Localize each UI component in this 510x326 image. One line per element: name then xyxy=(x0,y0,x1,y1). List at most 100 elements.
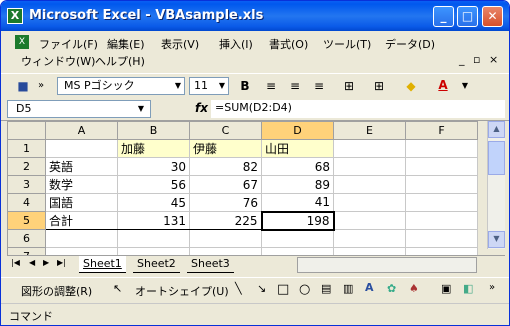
menu-data[interactable]: データ(D) xyxy=(385,36,435,52)
vertical-textbox-icon[interactable]: ▥ xyxy=(343,282,353,295)
menu-view[interactable]: 表示(V) xyxy=(161,36,199,52)
doc-close-icon[interactable]: × xyxy=(489,53,498,66)
column-header-b[interactable]: B xyxy=(117,121,190,140)
row-header[interactable]: 6 xyxy=(7,229,46,248)
cell-b4[interactable]: 45 xyxy=(117,193,190,212)
3d-icon[interactable]: ◧ xyxy=(463,282,473,295)
cell-b5[interactable]: 131 xyxy=(117,211,190,230)
menu-file[interactable]: ファイル(F) xyxy=(39,36,98,52)
name-box[interactable]: D5 ▼ xyxy=(7,100,151,118)
row-header[interactable]: 2 xyxy=(7,157,46,176)
merge-center-icon[interactable]: ⊞ xyxy=(341,78,357,94)
title-bar[interactable]: X Microsoft Excel - VBAsample.xls _ □ ✕ xyxy=(1,1,509,31)
cell-b1[interactable]: 加藤 xyxy=(117,139,190,158)
align-right-icon[interactable]: ≡ xyxy=(311,78,327,94)
scroll-thumb[interactable] xyxy=(488,141,505,175)
fill-color-icon[interactable]: ◆ xyxy=(403,78,419,94)
cell-e5[interactable] xyxy=(333,211,406,230)
borders-icon[interactable]: ⊞ xyxy=(371,78,387,94)
doc-restore-icon[interactable]: ▫ xyxy=(473,53,480,66)
close-button[interactable]: ✕ xyxy=(482,6,503,27)
font-size-select[interactable]: 11 ▼ xyxy=(189,77,229,95)
tab-sheet1[interactable]: Sheet1 xyxy=(79,256,126,273)
cell-b6[interactable] xyxy=(117,229,190,248)
arrow-icon[interactable]: ↘ xyxy=(257,282,266,295)
align-left-icon[interactable]: ≡ xyxy=(263,78,279,94)
workbook-icon[interactable]: X xyxy=(15,35,29,49)
row-header[interactable]: 3 xyxy=(7,175,46,194)
cell-e3[interactable] xyxy=(333,175,406,194)
cell-f1[interactable] xyxy=(405,139,478,158)
function-icon[interactable]: fx xyxy=(195,101,208,115)
cell-c2[interactable]: 82 xyxy=(189,157,262,176)
toolbar-options-icon[interactable]: » xyxy=(33,78,49,94)
oval-icon[interactable]: ○ xyxy=(299,282,310,297)
cell-d5[interactable]: 198 xyxy=(260,210,335,231)
chevron-down-icon[interactable]: ▼ xyxy=(457,78,473,94)
select-all-corner[interactable] xyxy=(7,121,46,140)
menu-tools[interactable]: ツール(T) xyxy=(323,36,371,52)
shape-adjust-menu[interactable]: 図形の調整(R) xyxy=(21,283,92,299)
cell-e1[interactable] xyxy=(333,139,406,158)
select-objects-icon[interactable]: ↖ xyxy=(113,282,122,295)
menu-insert[interactable]: 挿入(I) xyxy=(219,36,253,52)
cell-b3[interactable]: 56 xyxy=(117,175,190,194)
bold-button[interactable]: B xyxy=(237,78,253,94)
cell-a1[interactable] xyxy=(45,139,118,158)
column-header-d[interactable]: D xyxy=(261,121,334,140)
tab-sheet2[interactable]: Sheet2 xyxy=(133,256,180,273)
column-header-e[interactable]: E xyxy=(333,121,406,140)
worksheet-grid[interactable]: A B C D E F 1 加藤 伊藤 山田 2 英語 30 82 68 3 数学 56 67 89 4 国語 45 76 41… xyxy=(7,121,478,266)
cell-e6[interactable] xyxy=(333,229,406,248)
line-icon[interactable]: ╲ xyxy=(235,282,242,295)
wordart-icon[interactable]: A xyxy=(365,281,374,294)
textbox-icon[interactable]: ▤ xyxy=(321,282,331,295)
last-sheet-icon[interactable]: ▶| xyxy=(57,258,66,267)
toolbar-options-icon[interactable]: » xyxy=(489,282,495,293)
minimize-button[interactable]: _ xyxy=(433,6,454,27)
row-header[interactable]: 4 xyxy=(7,193,46,212)
cell-d6[interactable] xyxy=(261,229,334,248)
column-header-a[interactable]: A xyxy=(45,121,118,140)
cell-c6[interactable] xyxy=(189,229,262,248)
menu-window[interactable]: ウィンドウ(W) xyxy=(21,53,95,69)
next-sheet-icon[interactable]: ▶ xyxy=(43,258,49,267)
column-header-f[interactable]: F xyxy=(405,121,478,140)
first-sheet-icon[interactable]: |◀ xyxy=(11,258,20,267)
vertical-scrollbar[interactable]: ▲ ▼ xyxy=(487,121,505,249)
cell-d1[interactable]: 山田 xyxy=(261,139,334,158)
clipart-icon[interactable]: ♠ xyxy=(409,282,419,295)
menu-format[interactable]: 書式(O) xyxy=(269,36,308,52)
menu-edit[interactable]: 編集(E) xyxy=(107,36,145,52)
cell-a3[interactable]: 数学 xyxy=(45,175,118,194)
rectangle-icon[interactable]: □ xyxy=(277,282,289,297)
cell-c1[interactable]: 伊藤 xyxy=(189,139,262,158)
cell-d4[interactable]: 41 xyxy=(261,193,334,212)
picture-icon[interactable]: ▣ xyxy=(441,282,451,295)
cell-b2[interactable]: 30 xyxy=(117,157,190,176)
cell-e4[interactable] xyxy=(333,193,406,212)
menu-help[interactable]: ヘルプ(H) xyxy=(95,53,145,69)
cell-a4[interactable]: 国語 xyxy=(45,193,118,212)
maximize-button[interactable]: □ xyxy=(457,6,478,27)
cell-c4[interactable]: 76 xyxy=(189,193,262,212)
diagram-icon[interactable]: ✿ xyxy=(387,282,396,295)
cell-f5[interactable] xyxy=(405,211,478,230)
cell-c5[interactable]: 225 xyxy=(189,211,262,230)
cell-a6[interactable] xyxy=(45,229,118,248)
font-color-icon[interactable]: A xyxy=(435,77,451,93)
horizontal-scrollbar[interactable] xyxy=(297,257,477,273)
formula-input[interactable]: =SUM(D2:D4) xyxy=(211,100,505,118)
cell-a5[interactable]: 合計 xyxy=(45,211,118,230)
cell-f4[interactable] xyxy=(405,193,478,212)
row-header[interactable]: 1 xyxy=(7,139,46,158)
cell-c3[interactable]: 67 xyxy=(189,175,262,194)
prev-sheet-icon[interactable]: ◀ xyxy=(29,258,35,267)
column-header-c[interactable]: C xyxy=(189,121,262,140)
cell-e2[interactable] xyxy=(333,157,406,176)
doc-minimize-icon[interactable]: _ xyxy=(459,53,465,66)
save-icon[interactable]: ■ xyxy=(15,78,31,94)
cell-d3[interactable]: 89 xyxy=(261,175,334,194)
font-name-select[interactable]: MS Pゴシック ▼ xyxy=(57,77,185,95)
align-center-icon[interactable]: ≡ xyxy=(287,78,303,94)
